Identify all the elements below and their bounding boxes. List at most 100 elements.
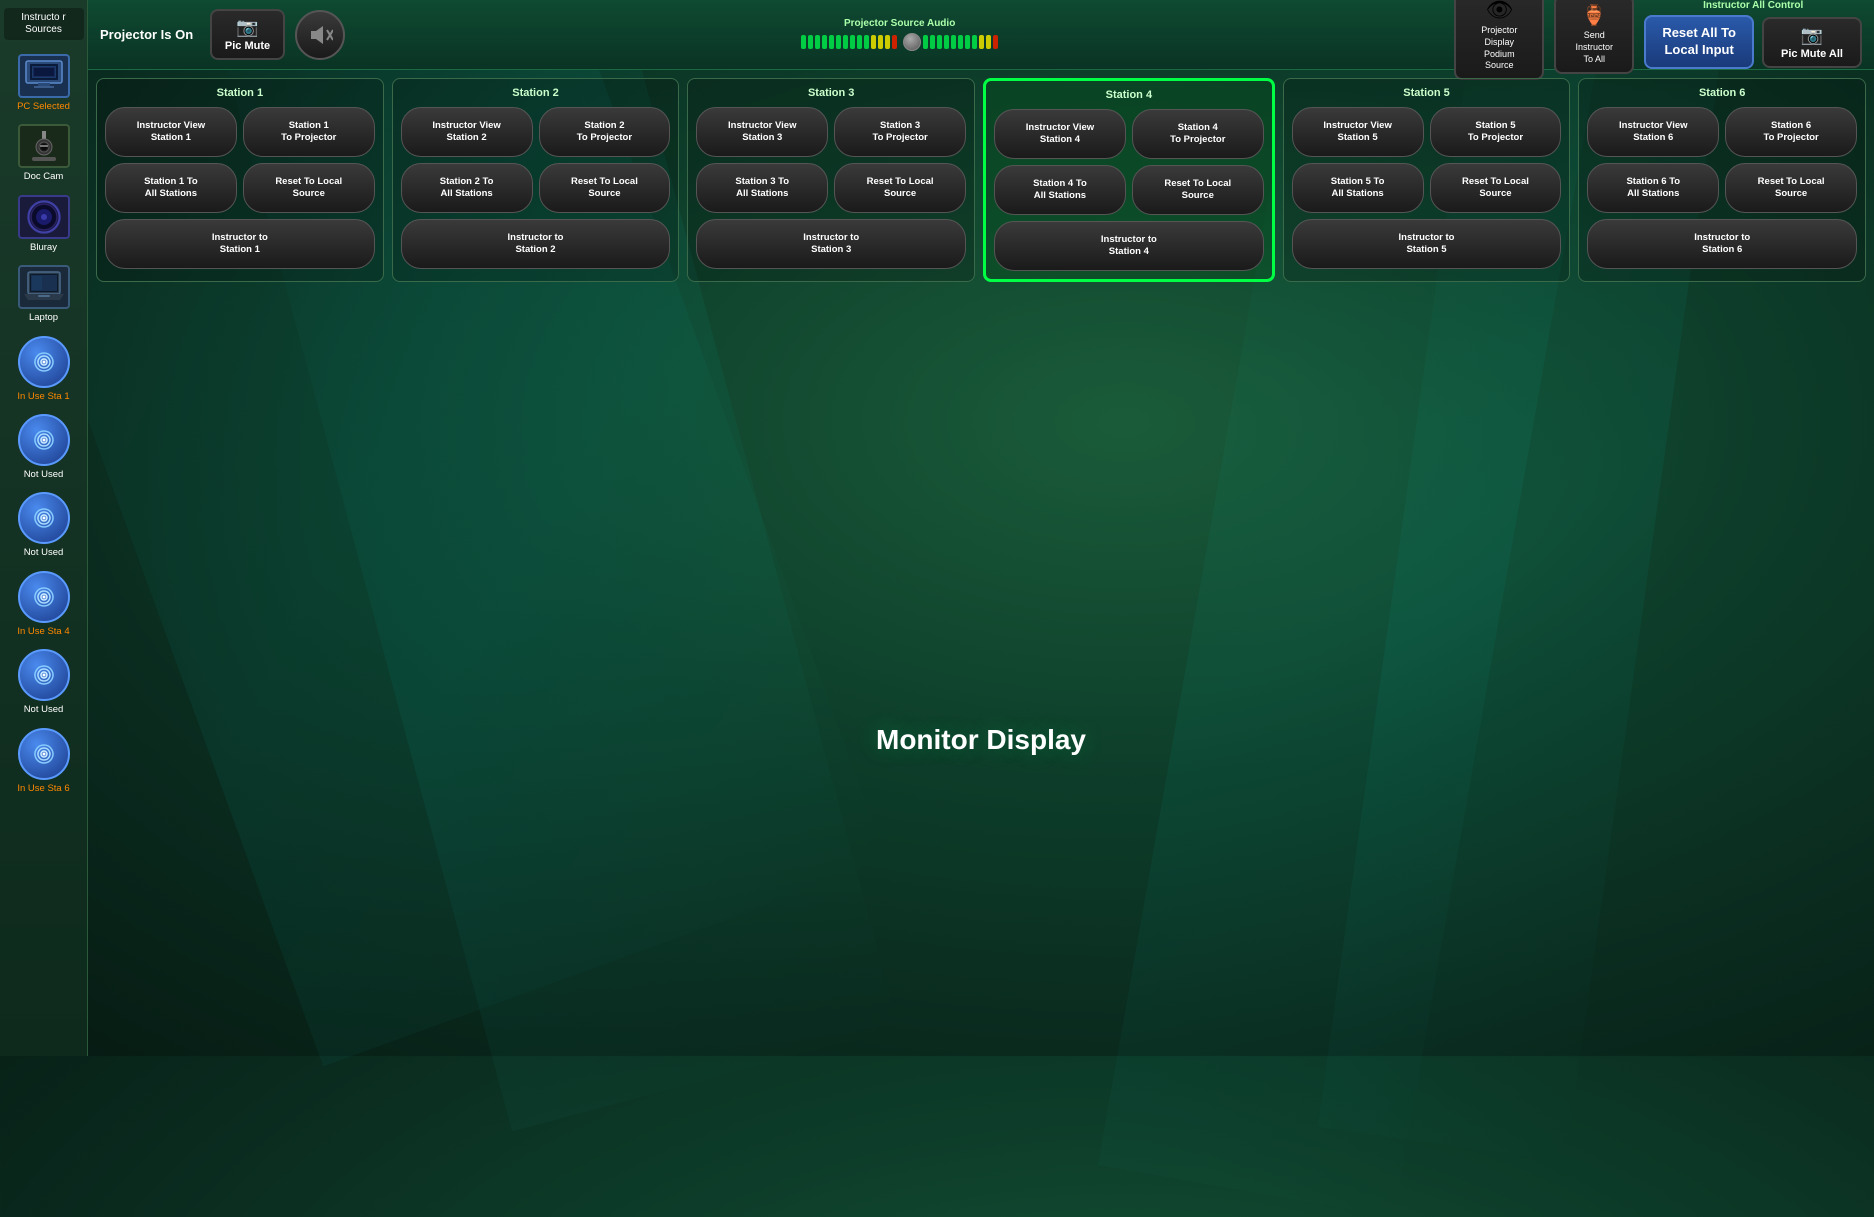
meter-bar: [850, 35, 855, 49]
station-btn-station6-0[interactable]: Instructor View Station 6: [1587, 107, 1719, 157]
doccam-icon: [18, 124, 70, 168]
station-btn-station3-4[interactable]: Instructor to Station 3: [696, 219, 966, 269]
station-btn-station5-4[interactable]: Instructor to Station 5: [1292, 219, 1562, 269]
station-btn-station5-1[interactable]: Station 5 To Projector: [1430, 107, 1562, 157]
spiral-icon-sta6: [18, 728, 70, 780]
station-btn-station4-2[interactable]: Station 4 To All Stations: [994, 165, 1126, 215]
pic-mute-all-label: Pic Mute All: [1781, 48, 1843, 60]
station-btn-station3-3[interactable]: Reset To Local Source: [834, 163, 966, 213]
station-header-station4: Station 4: [994, 89, 1264, 101]
projector-on-label: Projector Is On: [100, 27, 200, 42]
mute-button[interactable]: [295, 10, 345, 60]
station-buttons-station3: Instructor View Station 3Station 3 To Pr…: [696, 107, 966, 269]
sidebar-item-pc[interactable]: PC Selected: [2, 50, 86, 116]
meter-bar: [801, 35, 806, 49]
main-content: Station 1Instructor View Station 1Statio…: [88, 70, 1874, 1056]
send-instructor-label: Send Instructor To All: [1576, 30, 1614, 65]
station-btn-station2-4[interactable]: Instructor to Station 2: [401, 219, 671, 269]
meter-bar: [965, 35, 970, 49]
meter-bar: [864, 35, 869, 49]
sidebar-item-sta3[interactable]: Not Used: [2, 488, 86, 562]
sidebar-item-bluray[interactable]: Bluray: [2, 191, 86, 257]
sidebar: Instructo r Sources PC Selected: [0, 0, 88, 1056]
station-btn-station5-3[interactable]: Reset To Local Source: [1430, 163, 1562, 213]
reset-all-local-input-button[interactable]: Reset All To Local Input: [1644, 15, 1754, 69]
station-buttons-station5: Instructor View Station 5Station 5 To Pr…: [1292, 107, 1562, 269]
spiral-icon-sta4: [18, 571, 70, 623]
station-btn-station6-4[interactable]: Instructor to Station 6: [1587, 219, 1857, 269]
audio-section: Projector Source Audio: [355, 18, 1444, 51]
sidebar-item-sta5[interactable]: Not Used: [2, 645, 86, 719]
station-btn-station6-2[interactable]: Station 6 To All Stations: [1587, 163, 1719, 213]
meter-bar: [951, 35, 956, 49]
spiral-icon-sta1: [18, 336, 70, 388]
topbar: Projector Is On 📷 Pic Mute Projector Sou…: [88, 0, 1874, 70]
station-btn-station4-1[interactable]: Station 4 To Projector: [1132, 109, 1264, 159]
audio-label: Projector Source Audio: [844, 18, 955, 29]
station-btn-station1-3[interactable]: Reset To Local Source: [243, 163, 375, 213]
station-btn-station6-1[interactable]: Station 6 To Projector: [1725, 107, 1857, 157]
sidebar-item-sta6[interactable]: In Use Sta 6: [2, 724, 86, 798]
station-header-station2: Station 2: [401, 87, 671, 99]
pic-mute-button[interactable]: 📷 Pic Mute: [210, 9, 285, 60]
spiral-icon-sta2: [18, 414, 70, 466]
meter-bar: [986, 35, 991, 49]
station-btn-station3-2[interactable]: Station 3 To All Stations: [696, 163, 828, 213]
bluray-icon: [18, 195, 70, 239]
reset-all-label: Reset All To Local Input: [1662, 25, 1736, 57]
sidebar-item-sta2[interactable]: Not Used: [2, 410, 86, 484]
station-btn-station1-1[interactable]: Station 1 To Projector: [243, 107, 375, 157]
station-btn-station2-3[interactable]: Reset To Local Source: [539, 163, 671, 213]
station-btn-station4-0[interactable]: Instructor View Station 4: [994, 109, 1126, 159]
station-btn-station2-1[interactable]: Station 2 To Projector: [539, 107, 671, 157]
spiral-icon-sta3: [18, 492, 70, 544]
meter-bar: [930, 35, 935, 49]
sidebar-item-doccam[interactable]: Doc Cam: [2, 120, 86, 186]
station-btn-station5-0[interactable]: Instructor View Station 5: [1292, 107, 1424, 157]
sidebar-label-bluray: Bluray: [30, 242, 57, 253]
meter-bar: [979, 35, 984, 49]
station-btn-station1-0[interactable]: Instructor View Station 1: [105, 107, 237, 157]
send-instructor-to-all-button[interactable]: 🏺 Send Instructor To All: [1554, 0, 1634, 74]
station-buttons-station2: Instructor View Station 2Station 2 To Pr…: [401, 107, 671, 269]
station-buttons-station1: Instructor View Station 1Station 1 To Pr…: [105, 107, 375, 269]
stations-grid: Station 1Instructor View Station 1Statio…: [88, 70, 1874, 290]
station-buttons-station6: Instructor View Station 6Station 6 To Pr…: [1587, 107, 1857, 269]
meter-bar: [822, 35, 827, 49]
meter-bar: [843, 35, 848, 49]
projector-display-podium-button[interactable]: 👁 Projector Display Podium Source: [1454, 0, 1544, 80]
sidebar-item-sta1[interactable]: In Use Sta 1: [2, 332, 86, 406]
station-btn-station4-3[interactable]: Reset To Local Source: [1132, 165, 1264, 215]
station-btn-station2-2[interactable]: Station 2 To All Stations: [401, 163, 533, 213]
volume-knob[interactable]: [903, 33, 921, 51]
station-btn-station1-2[interactable]: Station 1 To All Stations: [105, 163, 237, 213]
station-btn-station3-0[interactable]: Instructor View Station 3: [696, 107, 828, 157]
meter-bar: [815, 35, 820, 49]
station-btn-station6-3[interactable]: Reset To Local Source: [1725, 163, 1857, 213]
sidebar-item-laptop[interactable]: Laptop: [2, 261, 86, 327]
station-btn-station4-4[interactable]: Instructor to Station 4: [994, 221, 1264, 271]
audio-meter: [801, 33, 998, 51]
camera-all-icon: 📷: [1801, 25, 1823, 46]
station-btn-station3-1[interactable]: Station 3 To Projector: [834, 107, 966, 157]
sidebar-label-sta3: Not Used: [24, 547, 64, 558]
sidebar-label-sta5: Not Used: [24, 704, 64, 715]
camera-icon: 📷: [236, 17, 258, 38]
sidebar-header: Instructo r Sources: [4, 8, 84, 40]
meter-bar: [993, 35, 998, 49]
sidebar-label-laptop: Laptop: [29, 312, 58, 323]
pic-mute-label: Pic Mute: [225, 40, 270, 52]
station-box-station3: Station 3Instructor View Station 3Statio…: [687, 78, 975, 282]
meter-bar: [937, 35, 942, 49]
instructor-all-control-section: Instructor All Control Reset All To Loca…: [1644, 0, 1862, 69]
station-btn-station5-2[interactable]: Station 5 To All Stations: [1292, 163, 1424, 213]
sidebar-item-sta4[interactable]: In Use Sta 4: [2, 567, 86, 641]
sidebar-label-doccam: Doc Cam: [24, 171, 64, 182]
station-btn-station1-4[interactable]: Instructor to Station 1: [105, 219, 375, 269]
station-buttons-station4: Instructor View Station 4Station 4 To Pr…: [994, 109, 1264, 271]
sidebar-label-sta4: In Use Sta 4: [17, 626, 69, 637]
sidebar-label-pc: PC Selected: [17, 101, 70, 112]
pic-mute-all-button[interactable]: 📷 Pic Mute All: [1762, 17, 1862, 68]
laptop-icon: [18, 265, 70, 309]
station-btn-station2-0[interactable]: Instructor View Station 2: [401, 107, 533, 157]
